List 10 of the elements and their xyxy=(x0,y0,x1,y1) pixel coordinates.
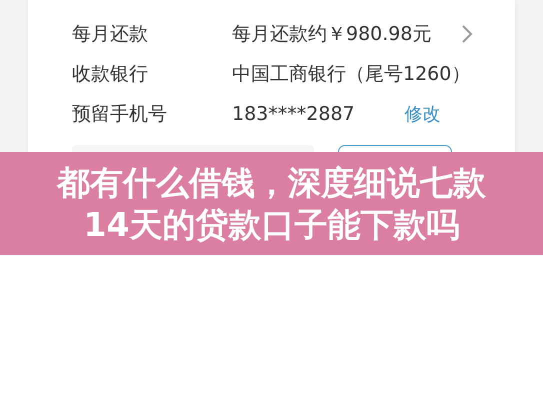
row-label: 收款银行 xyxy=(72,62,149,87)
banner-title-line: 14天的贷款口子能下款吗 xyxy=(84,204,460,246)
row-value: 每月还款约￥980.98元 xyxy=(232,22,432,47)
banner-title-line: 都有什么借钱，深度细说七款 xyxy=(57,162,486,204)
row-value: 中国工商银行（尾号1260） xyxy=(232,62,470,87)
row-value: 183****2887 xyxy=(232,103,355,125)
chevron-right-icon[interactable] xyxy=(461,24,473,44)
row-label: 预留手机号 xyxy=(72,102,168,127)
edit-link[interactable]: 修改 xyxy=(404,102,441,126)
row-label: 每月还款 xyxy=(72,22,149,47)
